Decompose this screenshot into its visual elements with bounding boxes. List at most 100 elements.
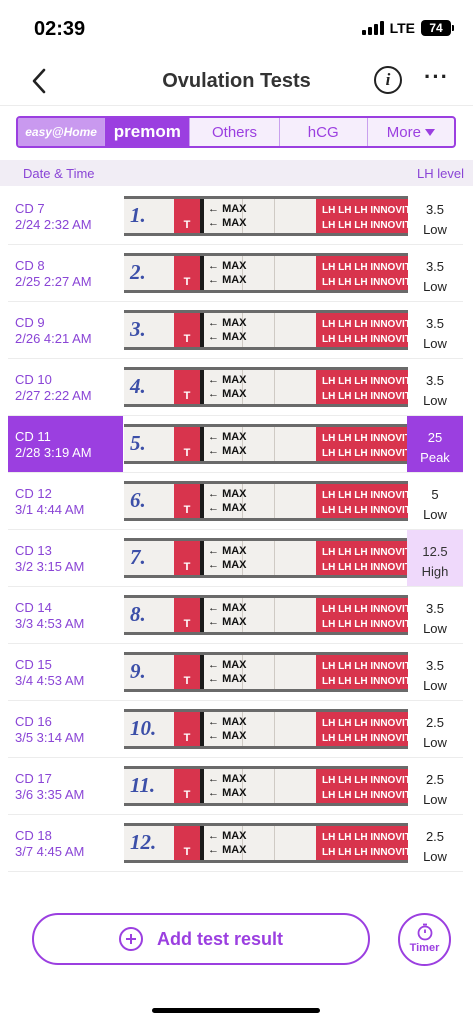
test-row[interactable]: CD 18 3/7 4:45 AM 12. T ← MAX ← MAX LH LH LH I… <box>0 815 473 872</box>
test-row[interactable]: CD 15 3/4 4:53 AM 9. T ← MAX ← MAX LH LH LH IN… <box>0 644 473 701</box>
home-indicator <box>152 1008 320 1013</box>
cycle-day: CD 13 <box>15 543 52 558</box>
cycle-day: CD 8 <box>15 258 45 273</box>
test-row[interactable]: CD 7 2/24 2:32 AM 1. T ← MAX ← MAX LH LH LH IN… <box>0 188 473 245</box>
tab-hcg[interactable]: hCG <box>280 118 368 146</box>
strip-brand-text: LH LH LH INNOVITA L <box>322 433 408 444</box>
lh-level: 3.5 Low <box>407 188 463 245</box>
strip-test-zone: T <box>174 655 200 689</box>
lh-level: 3.5 Low <box>407 245 463 302</box>
strip-line <box>200 427 204 461</box>
more-options-icon[interactable]: ··· <box>424 64 449 90</box>
test-datetime: 3/3 4:53 AM <box>15 616 85 631</box>
strip-number: 8. <box>130 602 146 626</box>
strip-max-label: MAX <box>222 830 247 842</box>
tab-premom[interactable]: premom <box>105 118 191 146</box>
row-date: CD 14 3/3 4:53 AM <box>8 587 123 644</box>
strip-line <box>200 655 204 689</box>
strip-max-label: MAX <box>222 559 247 571</box>
strip-brand-text: LH LH LH INNOVITA L <box>322 661 408 672</box>
test-row[interactable]: CD 14 3/3 4:53 AM 8. T ← MAX ← MAX LH LH LH IN… <box>0 587 473 644</box>
strip-max-label: MAX <box>222 730 247 742</box>
strip-brand-text: LH LH LH INNOVITA L <box>322 505 408 516</box>
cycle-day: CD 7 <box>15 201 45 216</box>
strip-max-label: MAX <box>222 374 247 386</box>
cycle-day: CD 18 <box>15 828 52 843</box>
row-date: CD 11 2/28 3:19 AM <box>8 416 123 473</box>
strip-max-marks: ← MAX ← MAX <box>208 431 247 457</box>
lh-level: 3.5 Low <box>407 587 463 644</box>
strip-max-marks: ← MAX ← MAX <box>208 545 247 571</box>
lh-value: 3.5 <box>425 658 445 673</box>
tab-more[interactable]: More <box>368 118 454 146</box>
strip-brand-text: LH LH LH INNOVITA L <box>322 733 408 744</box>
cycle-day: CD 12 <box>15 486 52 501</box>
test-datetime: 2/24 2:32 AM <box>15 217 92 232</box>
strip-max-marks: ← MAX ← MAX <box>208 773 247 799</box>
strip-test-zone: T <box>174 826 200 860</box>
strip-max-label: MAX <box>222 659 247 671</box>
strip-brand-text: LH LH LH INNOVITA L <box>322 277 408 288</box>
network-type: LTE <box>389 20 415 36</box>
signal-icon <box>361 21 384 35</box>
strip-brand: LH LH LH INNOVITA L LH LH LH INNOVITA L <box>316 655 408 689</box>
info-icon[interactable]: i <box>374 66 402 94</box>
strip-max-label: MAX <box>222 203 247 215</box>
strip-line <box>200 541 204 575</box>
add-test-result-button[interactable]: Add test result <box>32 913 370 965</box>
test-row[interactable]: CD 11 2/28 3:19 AM 5. T ← MAX ← MAX LH LH LH I… <box>0 416 473 473</box>
test-strip-image: 3.T← MAX← MAXLH LH LH INNOVITA LLH LH LH… <box>124 310 408 350</box>
strip-number: 1. <box>130 203 146 227</box>
test-row[interactable]: CD 12 3/1 4:44 AM 6. T ← MAX ← MAX LH LH LH IN… <box>0 473 473 530</box>
strip-brand-text: LH LH LH INNOVITA L <box>322 619 408 630</box>
test-datetime: 3/2 3:15 AM <box>15 559 85 574</box>
test-row[interactable]: CD 16 3/5 3:14 AM 10. T ← MAX ← MAX LH LH LH I… <box>0 701 473 758</box>
strip-test-zone: T <box>174 541 200 575</box>
lh-status: Low <box>423 279 447 294</box>
test-datetime: 3/5 3:14 AM <box>15 730 85 745</box>
test-row[interactable]: CD 13 3/2 3:15 AM 7. T ← MAX ← MAX LH LH LH IN… <box>0 530 473 587</box>
test-strip-image: 8.T← MAX← MAXLH LH LH INNOVITA LLH LH LH… <box>124 595 408 635</box>
strip-test-zone: T <box>174 199 200 233</box>
strip-test-zone: T <box>174 370 200 404</box>
tab-easy-home[interactable]: easy@Home <box>18 118 106 146</box>
stopwatch-icon <box>417 923 432 941</box>
strip-brand-text: LH LH LH INNOVITA L <box>322 562 408 573</box>
test-strip-image: 12.T← MAX← MAXLH LH LH INNOVITA LLH LH L… <box>124 823 408 863</box>
lh-value: 3.5 <box>425 373 445 388</box>
strip-max-label: MAX <box>222 331 247 343</box>
page-title: Ovulation Tests <box>162 70 311 92</box>
strip-number: 2. <box>130 260 146 284</box>
cycle-day: CD 11 <box>15 429 51 444</box>
test-list: CD 7 2/24 2:32 AM 1. T ← MAX ← MAX LH LH LH IN… <box>0 188 473 884</box>
strip-number: 3. <box>130 317 146 341</box>
strip-max-label: MAX <box>222 260 247 272</box>
strip-test-zone: T <box>174 712 200 746</box>
lh-status: Low <box>423 393 447 408</box>
cycle-day: CD 10 <box>15 372 52 387</box>
lh-value: 25 <box>427 430 443 445</box>
strip-max-marks: ← MAX ← MAX <box>208 716 247 742</box>
test-datetime: 2/26 4:21 AM <box>15 331 92 346</box>
timer-button[interactable]: Timer <box>398 913 451 966</box>
strip-test-zone: T <box>174 484 200 518</box>
strip-brand-text: LH LH LH INNOVITA L <box>322 547 408 558</box>
lh-level: 3.5 Low <box>407 644 463 701</box>
lh-level: 3.5 Low <box>407 359 463 416</box>
tab-others[interactable]: Others <box>190 118 280 146</box>
test-strip-image: 10.T← MAX← MAXLH LH LH INNOVITA LLH LH L… <box>124 709 408 749</box>
test-row[interactable]: CD 8 2/25 2:27 AM 2. T ← MAX ← MAX LH LH LH IN… <box>0 245 473 302</box>
test-datetime: 3/1 4:44 AM <box>15 502 85 517</box>
test-row[interactable]: CD 9 2/26 4:21 AM 3. T ← MAX ← MAX LH LH LH IN… <box>0 302 473 359</box>
lh-status: Low <box>423 507 447 522</box>
strip-max-marks: ← MAX ← MAX <box>208 488 247 514</box>
strip-max-label: MAX <box>222 488 247 500</box>
lh-value: 3.5 <box>425 202 445 217</box>
test-row[interactable]: CD 17 3/6 3:35 AM 11. T ← MAX ← MAX LH LH LH I… <box>0 758 473 815</box>
strip-brand: LH LH LH INNOVITA L LH LH LH INNOVITA L <box>316 484 408 518</box>
lh-level: 2.5 Low <box>407 701 463 758</box>
strip-max-marks: ← MAX ← MAX <box>208 830 247 856</box>
lh-value: 5 <box>431 487 439 502</box>
test-row[interactable]: CD 10 2/27 2:22 AM 4. T ← MAX ← MAX LH LH LH I… <box>0 359 473 416</box>
test-strip-image: 11.T← MAX← MAXLH LH LH INNOVITA LLH LH L… <box>124 766 408 806</box>
